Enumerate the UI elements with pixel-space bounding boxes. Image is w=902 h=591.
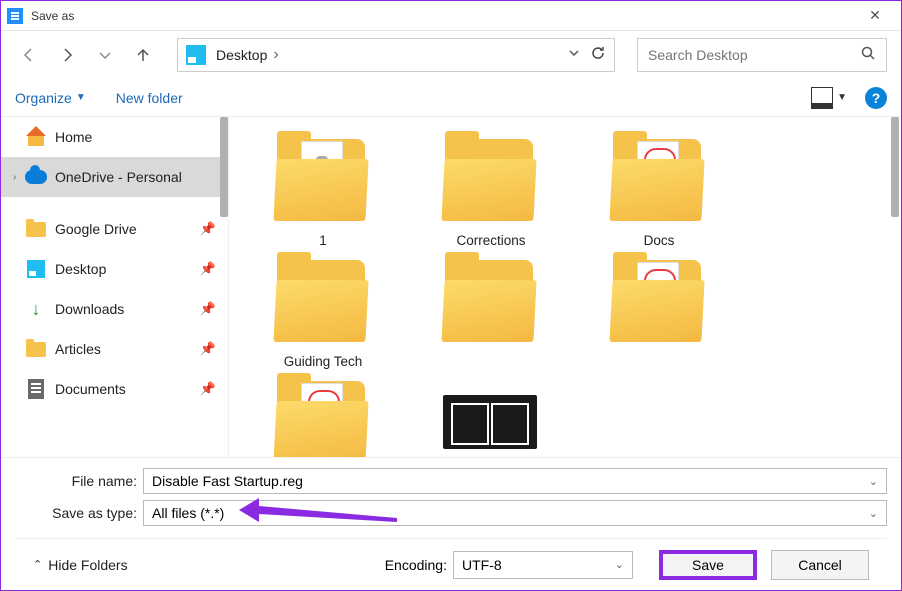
folder-icon xyxy=(441,377,541,457)
new-folder-button[interactable]: New folder xyxy=(116,90,183,106)
pin-icon: 📌 xyxy=(200,341,216,357)
cloud-icon xyxy=(25,166,47,188)
encoding-value: UTF-8 xyxy=(462,557,502,573)
chevron-up-icon: ⌃ xyxy=(33,558,42,571)
content-scrollbar[interactable] xyxy=(891,117,899,217)
folder-item[interactable] xyxy=(259,377,387,457)
folder-icon xyxy=(273,377,373,457)
search-input[interactable] xyxy=(648,47,860,63)
address-bar[interactable]: Desktop › xyxy=(177,38,615,72)
folder-name: Corrections xyxy=(456,233,525,248)
savetype-label: Save as type: xyxy=(15,505,143,521)
home-icon xyxy=(25,126,47,148)
folder-name: Guiding Tech xyxy=(284,354,363,369)
folder-item[interactable] xyxy=(427,377,555,457)
savetype-dropdown-icon[interactable]: ⌄ xyxy=(869,507,878,520)
sidebar-item-label: Documents xyxy=(55,381,200,397)
main-area: Home›OneDrive - PersonalGoogle Drive📌Des… xyxy=(1,117,901,457)
folder-item[interactable]: Guiding Tech xyxy=(259,256,387,369)
folder-icon xyxy=(25,218,47,240)
organize-menu[interactable]: Organize▼ xyxy=(15,90,86,106)
folder-icon xyxy=(609,135,709,227)
search-icon[interactable] xyxy=(860,45,876,66)
view-dropdown[interactable]: ▼ xyxy=(837,92,847,103)
sidebar-item-label: Home xyxy=(55,129,216,145)
dialog-footer: ⌃ Hide Folders Encoding: UTF-8 ⌄ Save Ca… xyxy=(15,538,887,590)
folder-item[interactable] xyxy=(595,256,723,369)
filename-label: File name: xyxy=(15,473,143,489)
search-box[interactable] xyxy=(637,38,887,72)
folder-icon xyxy=(441,256,541,348)
refresh-button[interactable] xyxy=(590,45,606,66)
sidebar-item-google-drive[interactable]: Google Drive📌 xyxy=(1,209,228,249)
caret-down-icon: ▼ xyxy=(76,92,86,103)
help-button[interactable]: ? xyxy=(865,87,887,109)
cancel-button[interactable]: Cancel xyxy=(771,550,869,580)
pin-icon: 📌 xyxy=(200,221,216,237)
pin-icon: 📌 xyxy=(200,381,216,397)
sidebar-item-desktop[interactable]: Desktop📌 xyxy=(1,249,228,289)
doc-icon xyxy=(25,378,47,400)
encoding-dropdown-icon[interactable]: ⌄ xyxy=(615,558,624,571)
sidebar-item-label: OneDrive - Personal xyxy=(55,169,216,185)
app-icon xyxy=(7,8,23,24)
folder-item[interactable]: Docs xyxy=(595,135,723,248)
sidebar-item-label: Articles xyxy=(55,341,200,357)
sidebar-item-label: Google Drive xyxy=(55,221,200,237)
location-icon xyxy=(186,45,206,65)
folder-icon xyxy=(25,338,47,360)
filename-value: Disable Fast Startup.reg xyxy=(152,473,303,489)
pin-icon: 📌 xyxy=(200,261,216,277)
folder-item[interactable]: Corrections xyxy=(427,135,555,248)
window-title: Save as xyxy=(31,9,74,23)
folder-icon xyxy=(273,135,373,227)
sidebar-item-label: Desktop xyxy=(55,261,200,277)
chevron-right-icon[interactable]: › xyxy=(273,46,278,64)
download-icon: ↓ xyxy=(25,298,47,320)
recent-dropdown[interactable] xyxy=(91,41,119,69)
sidebar-item-downloads[interactable]: ↓ Downloads📌 xyxy=(1,289,228,329)
forward-button[interactable] xyxy=(53,41,81,69)
sidebar-scrollbar[interactable] xyxy=(220,117,228,217)
folder-item[interactable]: 1 xyxy=(259,135,387,248)
savetype-select[interactable]: All files (*.*) ⌄ xyxy=(143,500,887,526)
desktop-icon xyxy=(25,258,47,280)
back-button[interactable] xyxy=(15,41,43,69)
save-button[interactable]: Save xyxy=(659,550,757,580)
folder-icon xyxy=(441,135,541,227)
location-text: Desktop xyxy=(216,47,267,63)
command-bar: Organize▼ New folder ▼ ? xyxy=(1,79,901,117)
folder-icon xyxy=(273,256,373,348)
encoding-select[interactable]: UTF-8 ⌄ xyxy=(453,551,633,579)
sidebar-item-articles[interactable]: Articles📌 xyxy=(1,329,228,369)
sidebar-item-home[interactable]: Home xyxy=(1,117,228,157)
pin-icon: 📌 xyxy=(200,301,216,317)
folder-name: Docs xyxy=(644,233,675,248)
folder-name: 1 xyxy=(319,233,327,248)
title-bar: Save as ✕ xyxy=(1,1,901,31)
sidebar-item-onedrive-personal[interactable]: › OneDrive - Personal xyxy=(1,157,228,197)
filename-dropdown-icon[interactable]: ⌄ xyxy=(869,475,878,488)
sidebar: Home›OneDrive - PersonalGoogle Drive📌Des… xyxy=(1,117,229,457)
expand-icon[interactable]: › xyxy=(13,172,25,183)
folder-content: 1 Corrections Docs Guiding Tech xyxy=(229,117,901,457)
encoding-label: Encoding: xyxy=(385,557,447,573)
up-button[interactable] xyxy=(129,41,157,69)
sidebar-item-label: Downloads xyxy=(55,301,200,317)
view-button[interactable] xyxy=(811,87,833,109)
folder-item[interactable] xyxy=(427,256,555,369)
folder-icon xyxy=(609,256,709,348)
savetype-value: All files (*.*) xyxy=(152,505,224,521)
nav-bar: Desktop › xyxy=(1,31,901,79)
filename-input[interactable]: Disable Fast Startup.reg ⌄ xyxy=(143,468,887,494)
save-form: File name: Disable Fast Startup.reg ⌄ Sa… xyxy=(1,457,901,590)
address-dropdown[interactable] xyxy=(568,46,580,64)
close-button[interactable]: ✕ xyxy=(855,1,895,31)
sidebar-item-documents[interactable]: Documents📌 xyxy=(1,369,228,409)
hide-folders-toggle[interactable]: ⌃ Hide Folders xyxy=(33,557,128,573)
